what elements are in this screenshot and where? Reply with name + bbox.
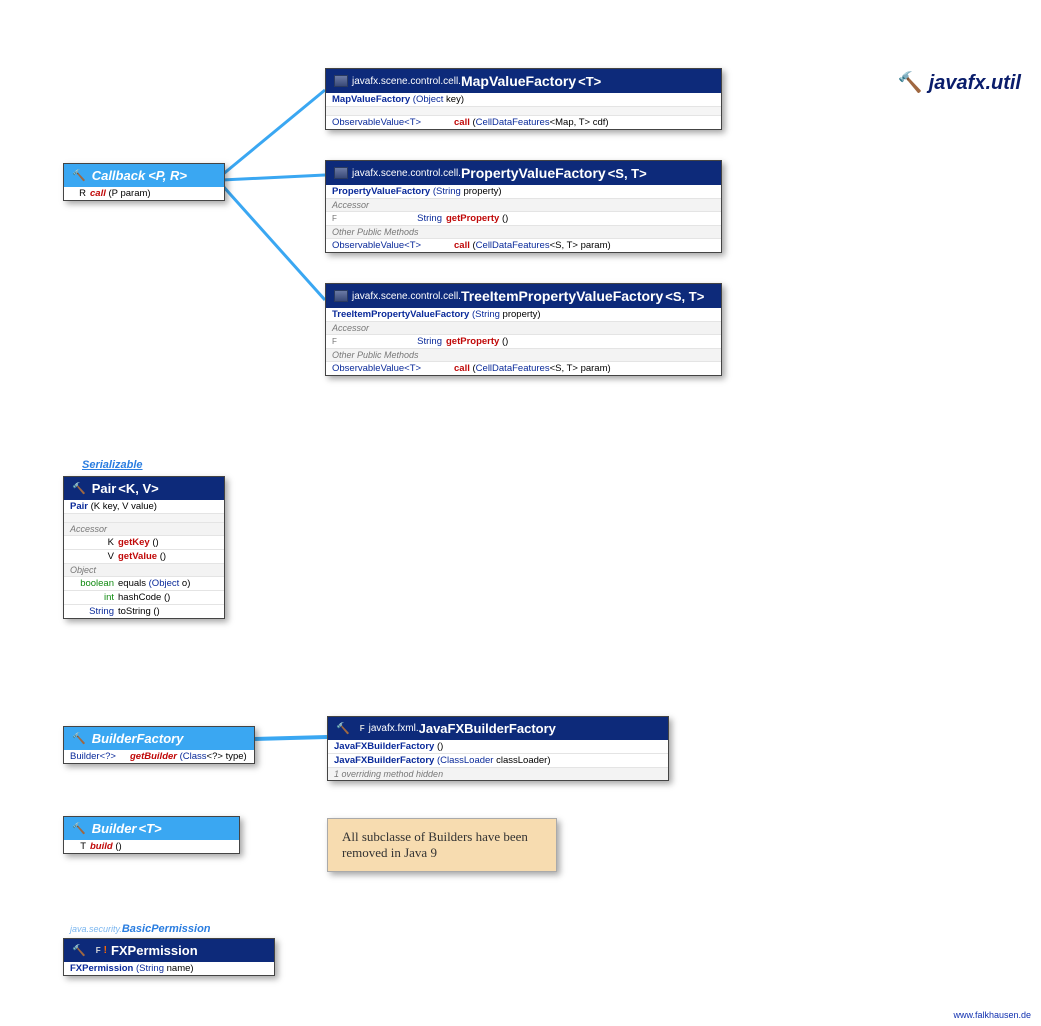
treeitempvf-box: javafx.scene.control.cell. TreeItemPrope…: [325, 283, 722, 376]
mapvf-ctor-row: MapValueFactory (Object key): [326, 93, 721, 106]
builder-method-row: T build (): [64, 840, 239, 853]
propvf-header: javafx.scene.control.cell. PropertyValue…: [326, 161, 721, 185]
mapvf-name: MapValueFactory: [461, 73, 576, 89]
treepvf-call-row: ObservableValue<T> call (CellDataFeature…: [326, 361, 721, 375]
propvf-getproperty-row: F String getProperty (): [326, 211, 721, 225]
final-badge: F: [96, 946, 101, 955]
spacer: [326, 106, 721, 115]
hammer-icon: [336, 722, 350, 735]
mapvf-header: javafx.scene.control.cell. MapValueFacto…: [326, 69, 721, 93]
pair-getvalue-row: V getValue (): [64, 549, 224, 563]
callback-header: Callback <P, R>: [64, 164, 224, 187]
treepvf-ctor-row: TreeItemPropertyValueFactory (String pro…: [326, 308, 721, 321]
mapvf-pkg: javafx.scene.control.cell.: [352, 76, 461, 87]
mapvf-generics: <T>: [578, 74, 601, 89]
pair-tostring-row: String toString (): [64, 604, 224, 618]
final-badge: F: [360, 724, 365, 733]
hammer-icon: [72, 732, 86, 745]
callback-sig: call (P param): [90, 188, 218, 199]
hammer-icon: [72, 482, 86, 495]
builderfactory-method-row: Builder<?> getBuilder (Class<?> type): [64, 750, 254, 763]
basicpermission-label: java.security.BasicPermission: [70, 923, 211, 935]
pair-hashcode-row: int hashCode (): [64, 590, 224, 604]
footer-link[interactable]: www.falkhausen.de: [953, 1010, 1031, 1020]
propvf-call-row: ObservableValue<T> call (CellDataFeature…: [326, 238, 721, 252]
builderfactory-box: BuilderFactory Builder<?> getBuilder (Cl…: [63, 726, 255, 764]
hammer-icon: 🔨: [898, 72, 923, 94]
propvf-sect-other: Other Public Methods: [326, 225, 721, 238]
package-title: 🔨 javafx.util: [898, 70, 1021, 95]
treepvf-header: javafx.scene.control.cell. TreeItemPrope…: [326, 284, 721, 308]
fxpermission-box: F ! FXPermission FXPermission (String na…: [63, 938, 275, 976]
hammer-icon: [72, 169, 86, 182]
treepvf-getproperty-row: F String getProperty (): [326, 334, 721, 348]
builderfactory-header: BuilderFactory: [64, 727, 254, 750]
propvf-ctor-row: PropertyValueFactory (String property): [326, 185, 721, 198]
class-icon: [334, 167, 348, 179]
note-box: All subclasse of Builders have been remo…: [327, 818, 557, 872]
pair-box: Pair <K, V> Pair (K key, V value) Access…: [63, 476, 225, 619]
hammer-icon: [72, 822, 86, 835]
mapvaluefactory-box: javafx.scene.control.cell. MapValueFacto…: [325, 68, 722, 130]
fxperm-ctor-row: FXPermission (String name): [64, 962, 274, 975]
builder-box: Builder <T> T build (): [63, 816, 240, 854]
javafxbuilderfactory-box: F javafx.fxml. JavaFXBuilderFactory Java…: [327, 716, 669, 781]
callback-generics: <P, R>: [148, 168, 187, 183]
exclaim-badge: !: [104, 945, 107, 956]
package-title-text: javafx.util: [929, 72, 1021, 94]
pair-header: Pair <K, V>: [64, 477, 224, 500]
callback-ret: R: [70, 188, 90, 199]
javafxbf-ctor2-row: JavaFXBuilderFactory (ClassLoader classL…: [328, 753, 668, 767]
javafxbf-header: F javafx.fxml. JavaFXBuilderFactory: [328, 717, 668, 740]
spacer: [64, 513, 224, 522]
class-icon: [334, 75, 348, 87]
class-icon: [334, 290, 348, 302]
mapvf-call-row: ObservableValue<T> call (CellDataFeature…: [326, 115, 721, 129]
fxperm-header: F ! FXPermission: [64, 939, 274, 962]
builder-header: Builder <T>: [64, 817, 239, 840]
callback-box: Callback <P, R> R call (P param): [63, 163, 225, 201]
pair-equals-row: boolean equals (Object o): [64, 576, 224, 590]
propvf-sect-accessor: Accessor: [326, 198, 721, 211]
propertyvaluefactory-box: javafx.scene.control.cell. PropertyValue…: [325, 160, 722, 253]
pair-ctor-row: Pair (K key, V value): [64, 500, 224, 513]
callback-method-row: R call (P param): [64, 187, 224, 200]
pair-getkey-row: K getKey (): [64, 535, 224, 549]
javafxbf-ctor1-row: JavaFXBuilderFactory (): [328, 740, 668, 753]
serializable-label: Serializable: [82, 459, 143, 471]
callback-name: Callback: [92, 168, 145, 183]
hammer-icon: [72, 944, 86, 957]
